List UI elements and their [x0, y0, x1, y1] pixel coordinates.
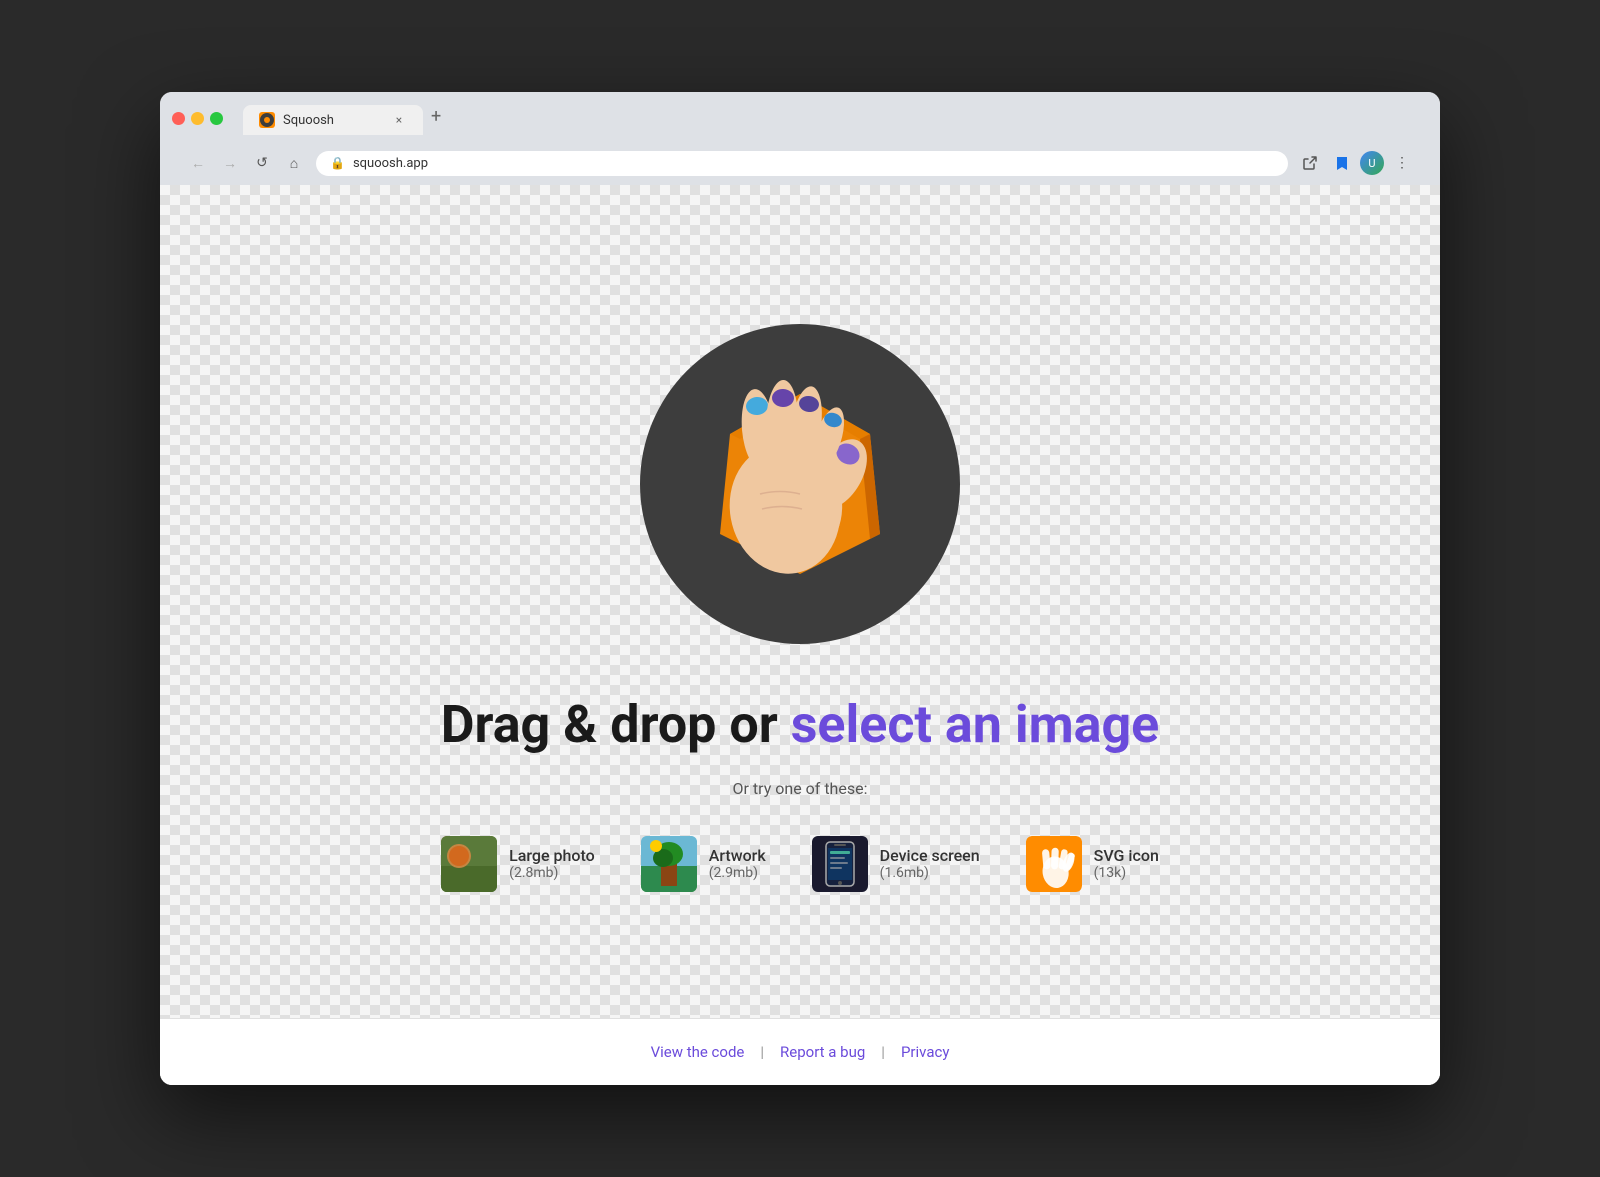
- address-bar: ← → ↺ ⌂ 🔒 squoosh.app: [172, 143, 1428, 185]
- squoosh-logo: [640, 324, 960, 644]
- svg-icon-info: SVG icon (13k): [1094, 846, 1159, 881]
- device-screen-thumbnail: [812, 836, 868, 892]
- title-bar: Squoosh × + ← → ↺ ⌂: [160, 92, 1440, 185]
- drag-drop-heading[interactable]: Drag & drop or select an image: [441, 694, 1160, 755]
- tab-favicon: [259, 112, 275, 128]
- try-these-label: Or try one of these:: [733, 779, 868, 798]
- back-button[interactable]: ←: [184, 149, 212, 177]
- drag-drop-static: Drag & drop or: [441, 694, 791, 755]
- report-bug-link[interactable]: Report a bug: [780, 1043, 865, 1061]
- select-image-link[interactable]: select an image: [791, 694, 1160, 755]
- user-avatar[interactable]: U: [1360, 151, 1384, 175]
- minimize-button[interactable]: [191, 112, 204, 125]
- artwork-thumbnail: [641, 836, 697, 892]
- artwork-size: (2.9mb): [709, 865, 766, 881]
- privacy-link[interactable]: Privacy: [901, 1043, 949, 1061]
- device-screen-name: Device screen: [880, 846, 980, 865]
- large-photo-size: (2.8mb): [509, 865, 595, 881]
- tab-bar: Squoosh × +: [243, 102, 1428, 135]
- large-photo-thumbnail: [441, 836, 497, 892]
- reload-button[interactable]: ↺: [248, 149, 276, 177]
- active-tab[interactable]: Squoosh ×: [243, 105, 423, 135]
- url-bar[interactable]: 🔒 squoosh.app: [316, 151, 1288, 176]
- tab-close-button[interactable]: ×: [391, 112, 407, 128]
- drop-zone[interactable]: Drag & drop or select an image Or try on…: [160, 185, 1440, 1018]
- sample-svg-icon[interactable]: SVG icon (13k): [1018, 828, 1167, 900]
- lock-icon: 🔒: [330, 156, 345, 170]
- bookmark-button[interactable]: [1328, 149, 1356, 177]
- artwork-name: Artwork: [709, 846, 766, 865]
- device-screen-info: Device screen (1.6mb): [880, 846, 980, 881]
- page-footer: View the code | Report a bug | Privacy: [160, 1018, 1440, 1085]
- close-button[interactable]: [172, 112, 185, 125]
- external-link-button[interactable]: [1296, 149, 1324, 177]
- browser-window: Squoosh × + ← → ↺ ⌂: [160, 92, 1440, 1085]
- url-text: squoosh.app: [353, 156, 428, 171]
- tab-title: Squoosh: [283, 113, 383, 128]
- svg-icon-name: SVG icon: [1094, 846, 1159, 865]
- large-photo-name: Large photo: [509, 846, 595, 865]
- home-button[interactable]: ⌂: [280, 149, 308, 177]
- view-code-link[interactable]: View the code: [651, 1043, 745, 1061]
- sample-large-photo[interactable]: Large photo (2.8mb): [433, 828, 603, 900]
- sample-images: Large photo (2.8mb): [433, 828, 1167, 900]
- divider-2: |: [881, 1043, 885, 1061]
- svg-icon-thumbnail: [1026, 836, 1082, 892]
- new-tab-button[interactable]: +: [423, 102, 449, 131]
- traffic-lights: [172, 112, 223, 125]
- divider-1: |: [760, 1043, 764, 1061]
- more-options-button[interactable]: ⋮: [1388, 149, 1416, 177]
- artwork-info: Artwork (2.9mb): [709, 846, 766, 881]
- maximize-button[interactable]: [210, 112, 223, 125]
- device-screen-size: (1.6mb): [880, 865, 980, 881]
- content-area: Drag & drop or select an image Or try on…: [160, 185, 1440, 1085]
- sample-device-screen[interactable]: Device screen (1.6mb): [804, 828, 988, 900]
- large-photo-info: Large photo (2.8mb): [509, 846, 595, 881]
- sample-artwork[interactable]: Artwork (2.9mb): [633, 828, 774, 900]
- forward-button[interactable]: →: [216, 149, 244, 177]
- svg-icon-size: (13k): [1094, 865, 1159, 881]
- browser-actions: U ⋮: [1296, 149, 1416, 177]
- nav-buttons: ← → ↺ ⌂: [184, 149, 308, 177]
